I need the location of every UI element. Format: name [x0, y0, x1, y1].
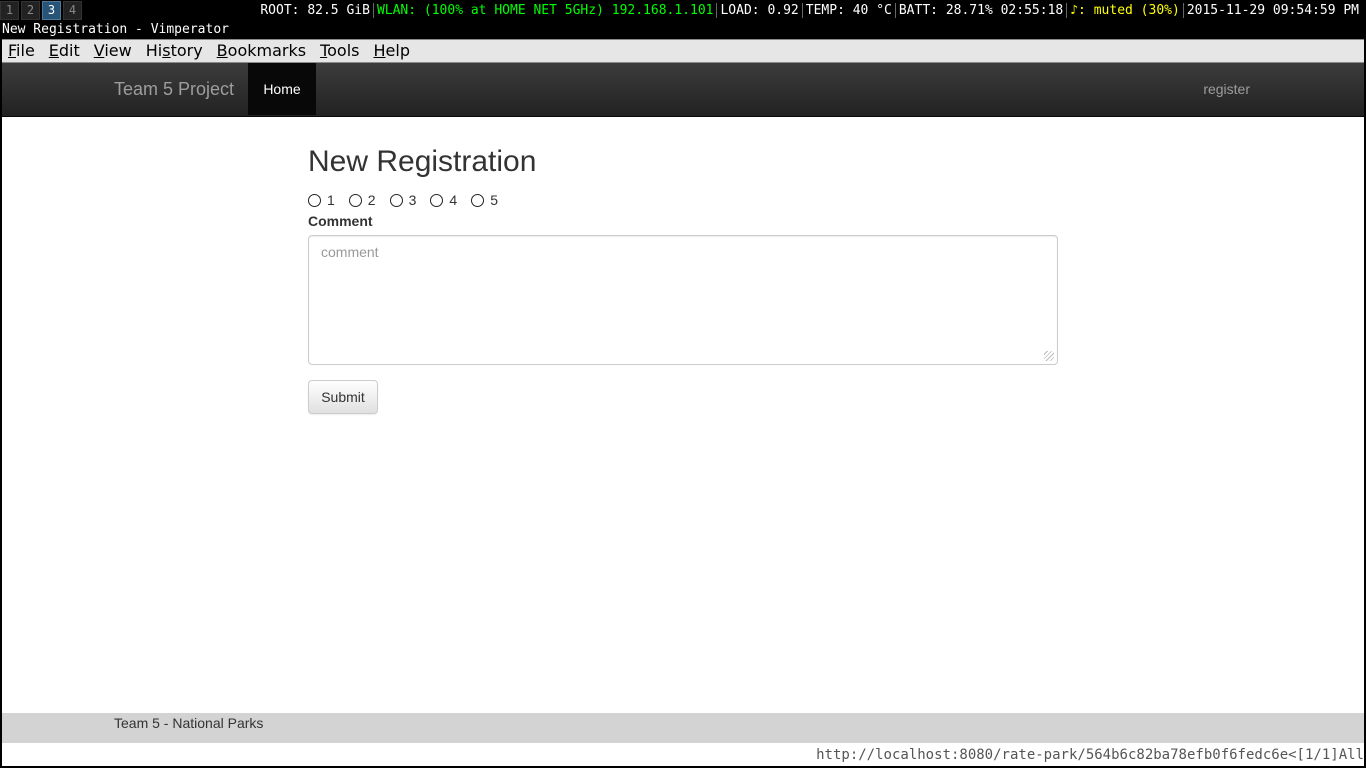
clock-status: 2015-11-29 09:54:59 PM — [1186, 3, 1359, 18]
radio-circle-icon[interactable] — [430, 193, 444, 207]
rating-option-label: 4 — [449, 192, 458, 208]
footer-text: Team 5 - National Parks — [114, 715, 264, 731]
wlan-status: WLAN: (100% at HOME NET 5GHz) 192.168.1.… — [376, 3, 714, 18]
resize-grip-icon[interactable] — [1044, 351, 1054, 361]
scroll-position: All — [1338, 747, 1364, 763]
menu-bar: File Edit View History Bookmarks Tools H… — [2, 39, 1364, 63]
temp-status: TEMP: 40 °C — [805, 3, 892, 18]
vimperator-status-line: http://localhost:8080/rate-park/564b6c82… — [2, 745, 1364, 766]
menu-view[interactable]: View — [87, 40, 139, 62]
menu-tools[interactable]: Tools — [313, 40, 366, 62]
radio-circle-icon[interactable] — [348, 193, 362, 207]
audio-status: ♪: muted (30%) — [1070, 3, 1180, 18]
comment-label: Comment — [308, 213, 373, 229]
history-indicator: <[1/1] — [1288, 747, 1339, 763]
window-title: New Registration - Vimperator — [0, 21, 1366, 39]
system-status-bar: 1 2 3 4 ROOT: 82.5 GiB WLAN: (100% at HO… — [0, 0, 1366, 21]
rating-option-5[interactable]: 5 — [471, 192, 498, 208]
site-navbar: Team 5 Project Home register — [2, 63, 1364, 117]
workspace-switcher: 1 2 3 4 — [0, 1, 84, 20]
workspace-1-button[interactable]: 1 — [0, 1, 19, 20]
load-status: LOAD: 0.92 — [720, 3, 799, 18]
browser-window: New Registration - Vimperator File Edit … — [0, 21, 1366, 768]
page-title: New Registration — [308, 145, 537, 178]
rating-option-2[interactable]: 2 — [348, 192, 376, 208]
battery-status: BATT: 28.71% 02:55:18 — [898, 3, 1064, 18]
current-url: http://localhost:8080/rate-park/564b6c82… — [816, 747, 1289, 763]
radio-circle-icon[interactable] — [308, 193, 321, 207]
rating-option-3[interactable]: 3 — [389, 192, 417, 208]
status-blocks: ROOT: 82.5 GiB WLAN: (100% at HOME NET 5… — [257, 0, 1362, 21]
workspace-3-button[interactable]: 3 — [42, 1, 61, 20]
rating-option-label: 1 — [327, 192, 335, 208]
workspace-4-button[interactable]: 4 — [63, 1, 82, 20]
comment-textarea[interactable] — [308, 235, 1058, 365]
navbar-brand-link[interactable]: Team 5 Project — [114, 63, 234, 115]
menu-edit[interactable]: Edit — [42, 40, 87, 62]
menu-help[interactable]: Help — [367, 40, 417, 62]
radio-circle-icon[interactable] — [389, 193, 403, 207]
rating-option-1[interactable]: 1 — [308, 192, 335, 208]
rating-option-label: 2 — [367, 192, 376, 208]
menu-history[interactable]: History — [139, 40, 210, 62]
nav-home-link[interactable]: Home — [248, 63, 316, 115]
nav-register-link[interactable]: register — [1203, 63, 1250, 115]
menu-file[interactable]: File — [2, 40, 42, 62]
workspace-2-button[interactable]: 2 — [21, 1, 40, 20]
rating-option-label: 5 — [490, 192, 498, 208]
radio-circle-icon[interactable] — [471, 193, 485, 207]
rating-option-4[interactable]: 4 — [430, 192, 457, 208]
menu-bookmarks[interactable]: Bookmarks — [210, 40, 313, 62]
rating-radio-group: 1 2 3 4 5 — [308, 192, 512, 208]
submit-button[interactable]: Submit — [308, 380, 378, 414]
disk-status: ROOT: 82.5 GiB — [260, 3, 370, 18]
rating-option-label: 3 — [408, 192, 417, 208]
site-footer: Team 5 - National Parks — [2, 713, 1364, 743]
